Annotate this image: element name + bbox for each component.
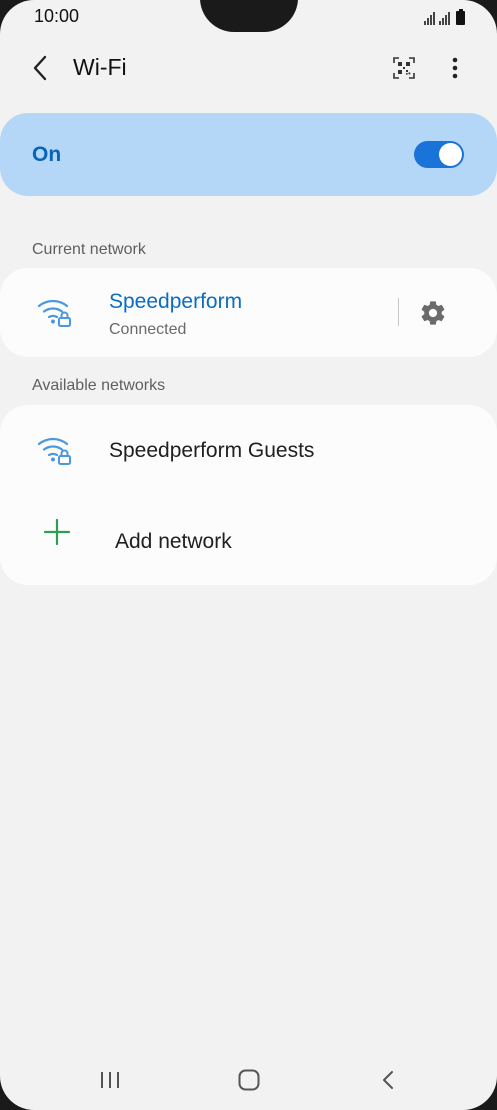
current-network-status: Connected — [109, 321, 187, 338]
status-time: 10:00 — [34, 6, 80, 26]
navigation-bar — [0, 1050, 497, 1110]
qr-code-icon — [393, 57, 415, 79]
home-icon — [238, 1069, 260, 1091]
wifi-master-switch[interactable]: On — [0, 113, 497, 196]
network-row-speedperform-guests[interactable]: Speedperform Guests — [0, 405, 497, 495]
current-network-name: Speedperform — [109, 290, 243, 313]
divider — [398, 298, 399, 326]
recent-apps-icon — [101, 1072, 119, 1088]
battery-icon — [456, 9, 465, 25]
nav-back-button[interactable] — [368, 1062, 408, 1098]
back-icon — [383, 1071, 393, 1089]
chevron-left-icon — [33, 55, 47, 81]
wifi-lock-icon — [37, 437, 71, 465]
current-network-header: Current network — [32, 241, 146, 258]
qr-code-button[interactable] — [386, 50, 422, 86]
current-network-row[interactable]: Speedperform Connected — [0, 268, 390, 357]
signal-icon-2 — [439, 11, 450, 25]
wifi-toggle[interactable] — [414, 141, 464, 168]
page-title: Wi-Fi — [73, 54, 127, 80]
add-network-button[interactable]: Add network — [0, 495, 497, 585]
wifi-lock-icon — [37, 299, 71, 327]
camera-notch — [200, 0, 298, 32]
network-name: Speedperform Guests — [109, 439, 315, 462]
recent-apps-button[interactable] — [90, 1062, 130, 1098]
available-networks-header: Available networks — [32, 377, 166, 394]
plus-icon — [43, 518, 71, 546]
more-options-button[interactable] — [437, 50, 473, 86]
available-networks-card: Speedperform Guests Add network — [0, 405, 497, 585]
status-icons — [424, 7, 465, 25]
add-network-label: Add network — [115, 530, 232, 553]
more-vert-icon — [452, 57, 458, 79]
status-bar: 10:00 — [0, 0, 497, 36]
network-settings-button[interactable] — [414, 294, 452, 332]
back-button[interactable] — [22, 50, 58, 86]
phone-screen: 10:00 Wi-Fi On Current network Speedperf… — [0, 0, 497, 1110]
current-network-card: Speedperform Connected — [0, 268, 497, 357]
signal-icon — [424, 11, 435, 25]
toggle-knob — [439, 143, 462, 166]
gear-icon — [421, 301, 445, 325]
app-bar: Wi-Fi — [0, 46, 497, 90]
master-switch-label: On — [32, 143, 62, 166]
home-button[interactable] — [229, 1062, 269, 1098]
